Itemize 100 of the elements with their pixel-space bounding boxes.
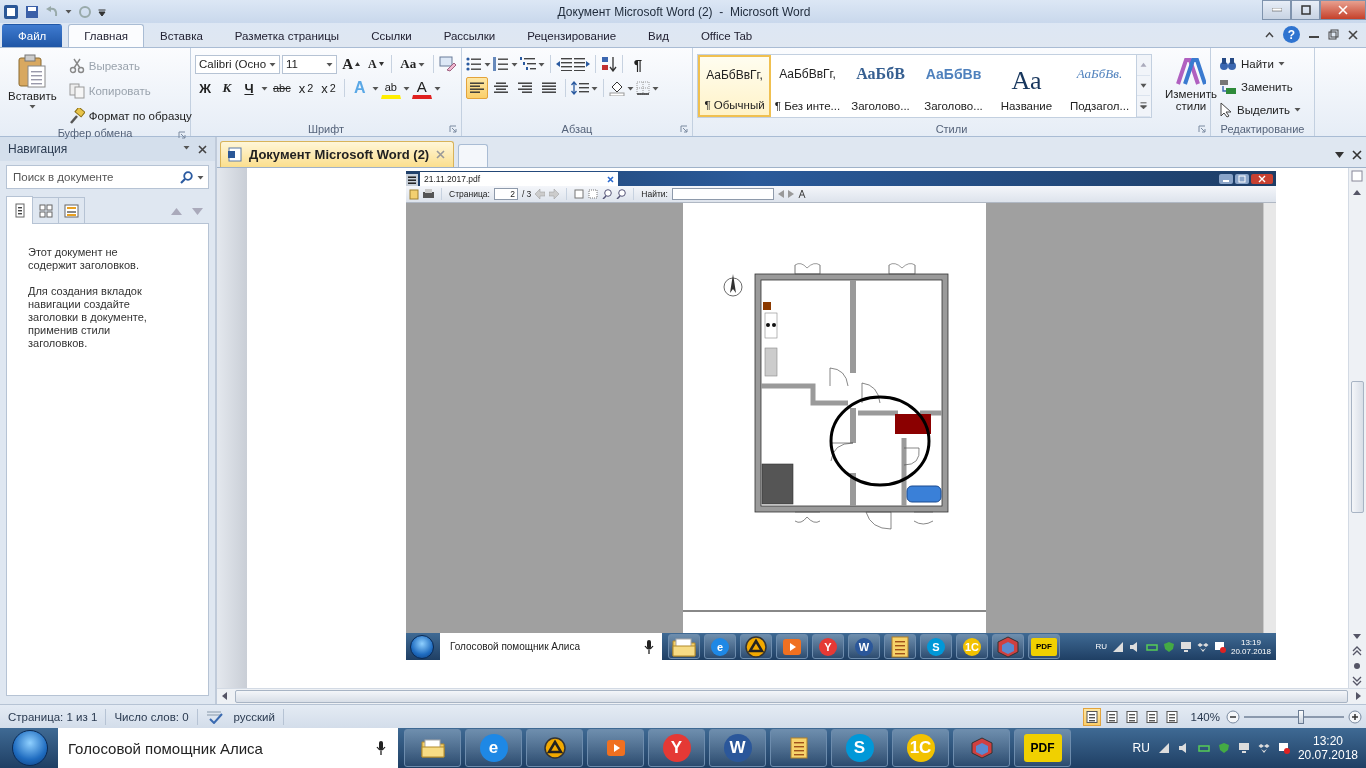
document-tab[interactable]: Документ Microsoft Word (2) — [220, 141, 455, 167]
zoom-level[interactable]: 140% — [1190, 710, 1220, 723]
font-size-field[interactable]: 11 — [282, 54, 338, 74]
slider-thumb[interactable] — [1298, 709, 1304, 724]
restore-icon[interactable] — [1235, 174, 1249, 184]
style-preset[interactable]: АаБбВвГг, ¶ Без инте... — [771, 55, 844, 117]
start-button[interactable] — [12, 730, 48, 766]
format-button[interactable]: A — [411, 77, 432, 99]
paste-button[interactable]: Вставить — [4, 52, 61, 127]
play-icon[interactable] — [605, 738, 626, 758]
style-preset[interactable]: АаБбВвГг, ¶ Обычный — [698, 55, 771, 117]
monitor-icon[interactable] — [1237, 742, 1250, 754]
caret-icon[interactable] — [1277, 61, 1285, 66]
monitor-icon[interactable] — [1179, 640, 1192, 653]
maximize-button[interactable] — [1291, 0, 1320, 20]
caret-icon[interactable] — [433, 85, 441, 91]
dropbox-icon[interactable] — [1196, 640, 1209, 653]
format-button[interactable]: ab — [380, 77, 401, 99]
caret-icon[interactable] — [197, 174, 204, 180]
clear-formatting-icon[interactable] — [439, 56, 457, 72]
caret-icon[interactable] — [1294, 107, 1302, 112]
flag-icon[interactable] — [1277, 742, 1290, 754]
show-formatting-button[interactable]: ¶ — [628, 53, 648, 75]
ribbon-tab[interactable]: Вид — [632, 24, 685, 47]
microphone-icon[interactable] — [376, 740, 386, 756]
language-indicator[interactable]: RU — [1132, 741, 1150, 755]
multilevel-list-icon[interactable] — [520, 57, 536, 71]
binoculars-icon[interactable] — [1219, 56, 1237, 71]
search-field[interactable]: Поиск в документе — [11, 170, 176, 184]
fit-page-icon[interactable] — [574, 189, 585, 199]
ledger-icon[interactable] — [890, 635, 910, 658]
dialog-launcher-icon[interactable] — [1198, 125, 1206, 133]
headings-icon[interactable] — [14, 203, 25, 218]
ledger-icon[interactable] — [788, 737, 809, 759]
numbering-icon[interactable] — [493, 57, 509, 71]
font-name-field[interactable]: Calibri (Осно — [195, 54, 280, 74]
line-spacing-icon[interactable] — [571, 81, 589, 95]
caret-icon[interactable] — [261, 85, 268, 91]
caret-icon[interactable] — [652, 85, 659, 91]
ribbon-tab[interactable]: Вставка — [144, 24, 219, 47]
folder-icon[interactable] — [420, 738, 445, 758]
taskbar-app-button[interactable] — [740, 634, 772, 659]
taskbar-app-button[interactable] — [884, 634, 916, 659]
style-preset[interactable]: АаБбВ Заголово... — [844, 55, 917, 117]
results-icon[interactable] — [64, 203, 79, 218]
word-count[interactable]: Число слов: 0 — [106, 708, 198, 725]
style-preset[interactable]: АаБбВв. Подзагол... — [1063, 55, 1136, 117]
dialog-launcher-icon[interactable] — [449, 125, 457, 133]
paint-bucket-icon[interactable] — [609, 80, 625, 96]
app-logo-icon[interactable] — [3, 3, 19, 20]
voice-search-field[interactable]: Голосовой помощник Алиса — [66, 738, 310, 758]
menu-icon[interactable] — [406, 174, 418, 186]
close-icon[interactable] — [198, 144, 207, 154]
view-button[interactable] — [1082, 707, 1101, 726]
page-count[interactable]: Страница: 1 из 1 — [0, 708, 107, 725]
dropbox-icon[interactable] — [1257, 742, 1270, 754]
pane-menu-icon[interactable] — [183, 144, 190, 150]
borders-icon[interactable] — [636, 81, 650, 95]
taskbar-app-button[interactable]: W — [709, 729, 766, 767]
page-number-field[interactable]: 2 — [493, 188, 518, 200]
spelling-icon[interactable] — [205, 709, 224, 724]
editing-button[interactable]: Найти — [1215, 52, 1310, 75]
brush-icon[interactable] — [68, 107, 85, 124]
ribbon-tab[interactable]: Ссылки — [355, 24, 428, 47]
close-icon[interactable] — [1251, 174, 1273, 184]
taskbar-app-button[interactable]: e — [465, 729, 522, 767]
zoom-out-icon[interactable] — [1226, 709, 1240, 724]
thumbnails-icon[interactable] — [38, 203, 53, 218]
zoom-in-icon[interactable] — [616, 189, 627, 199]
close-icon[interactable] — [1348, 29, 1358, 40]
style-preset[interactable]: АаБбВв Заголово... — [917, 55, 990, 117]
customize-toolbar-icon[interactable] — [98, 6, 106, 17]
zoom-out-icon[interactable] — [602, 189, 613, 199]
taskbar-app-button[interactable]: PDF — [1014, 729, 1071, 767]
format-button[interactable]: К — [217, 77, 237, 99]
format-button[interactable]: abc — [270, 77, 294, 99]
triangle-logo-icon[interactable] — [745, 635, 767, 658]
minimize-icon[interactable] — [1219, 174, 1233, 184]
restore-icon[interactable] — [1328, 29, 1339, 40]
file-tab[interactable]: 21.11.2017.pdf — [420, 172, 618, 186]
play-icon[interactable] — [782, 636, 802, 657]
microphone-icon[interactable] — [644, 638, 654, 655]
editing-button[interactable]: Выделить — [1215, 98, 1310, 121]
sort-icon[interactable] — [601, 56, 617, 72]
dialog-launcher-icon[interactable] — [178, 131, 186, 139]
bullets-icon[interactable] — [466, 57, 482, 71]
caret-icon[interactable] — [511, 61, 518, 67]
shrink-font-button[interactable]: A — [365, 53, 387, 75]
change-case-button[interactable]: Aa — [397, 53, 428, 75]
decrease-indent-icon[interactable] — [556, 57, 572, 71]
pane-tab[interactable] — [58, 197, 85, 223]
dialog-launcher-icon[interactable] — [680, 125, 688, 133]
scrollbar[interactable] — [1263, 203, 1276, 633]
caret-icon[interactable] — [402, 85, 410, 91]
search-bar[interactable]: Поиск в документе — [6, 165, 209, 189]
taskbar-app-button[interactable]: Y — [812, 634, 844, 659]
flag-icon[interactable] — [1213, 640, 1226, 653]
help-button[interactable]: ? — [1283, 26, 1300, 43]
ribbon-tab[interactable]: Office Tab — [684, 24, 769, 47]
taskbar-app-button[interactable]: W — [848, 634, 880, 659]
